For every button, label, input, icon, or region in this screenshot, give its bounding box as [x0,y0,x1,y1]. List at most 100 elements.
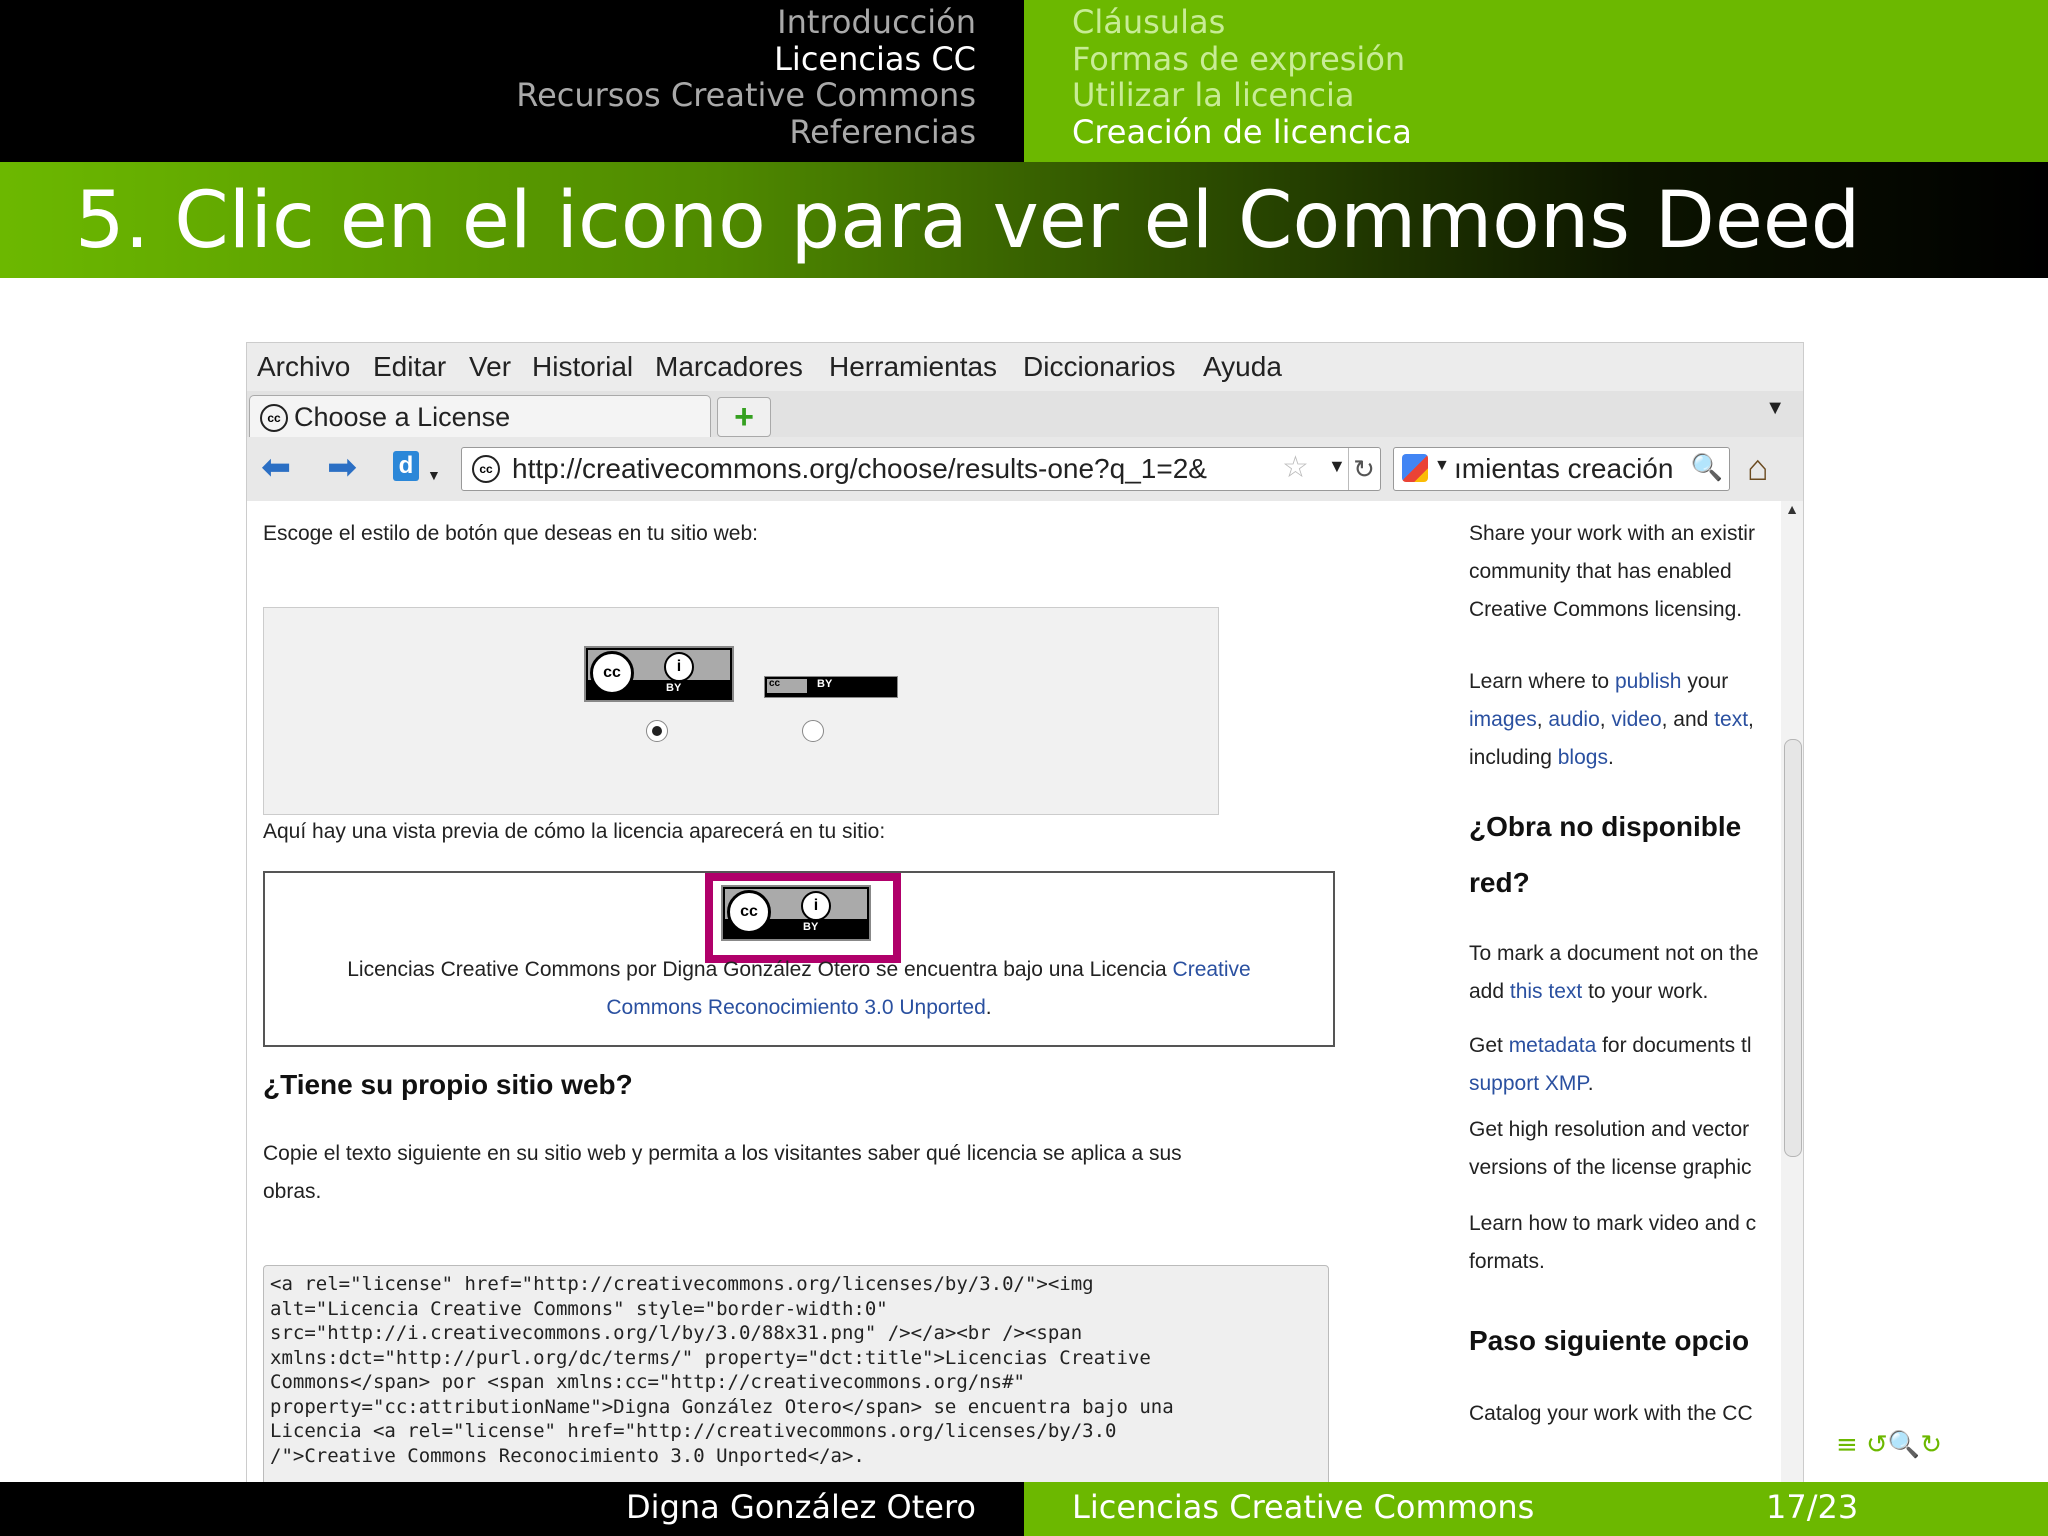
radio-button-small[interactable] [802,720,824,742]
scrollbar-thumb[interactable] [1784,739,1802,1157]
nav-subsection-creacion[interactable]: Creación de licencica [1072,113,2032,151]
home-icon[interactable]: ⌂ [1747,447,1769,489]
audio-link[interactable]: audio [1548,708,1599,731]
subsection-list: Cláusulas Formas de expresión Utilizar l… [1072,4,2032,150]
cc-by-badge-preview[interactable]: cc i BY [721,885,871,941]
cc-logo-icon: cc [769,678,781,689]
metadata-link[interactable]: metadata [1509,1034,1597,1057]
reload-icon[interactable]: ↻ [1348,448,1379,490]
text: . [1587,1072,1594,1095]
text: including [1469,746,1558,769]
chevron-down-icon[interactable]: ▼ [1765,397,1785,420]
sidebar-share-line3: Creative Commons licensing. [1469,598,1743,621]
back-arrow-icon[interactable]: ⬅ [261,447,291,487]
catalog-link[interactable]: Catalog your work with the CC [1469,1395,1753,1433]
text: add [1469,980,1510,1003]
forward-arrow-icon[interactable]: ➡ [327,447,357,487]
nav-subsection-clausulas[interactable]: Cláusulas [1072,4,2032,41]
sidebar-mark-line1: To mark a document not on the [1469,942,1759,965]
menu-editar[interactable]: Editar [373,351,446,383]
menu-archivo[interactable]: Archivo [257,351,350,383]
video-link-line1[interactable]: Learn how to mark video and c [1469,1205,1756,1243]
hires-link-line1[interactable]: Get high resolution and vector [1469,1111,1749,1149]
attribution-icon: i [801,891,831,921]
badge-by-label: BY [666,682,682,694]
footer-author: Digna González Otero [626,1488,976,1526]
code-line: Commons</span> por <span xmlns:cc="http:… [270,1371,1025,1393]
sidebar-learn-line1: Learn where to publish your [1469,663,1728,701]
nav-section-recursos[interactable]: Recursos Creative Commons [0,77,976,114]
video-link-line2[interactable]: formats. [1469,1243,1545,1281]
highlight-frame: cc i BY [705,873,901,963]
text: to your work. [1582,980,1709,1003]
text: . [1607,746,1614,769]
sidebar-heading-obra-2: red? [1469,867,1530,898]
sidebar-meta-line1: Get metadata for documents tl [1469,1027,1751,1065]
cc-by-badge-80x15[interactable]: cc BY [764,676,898,698]
license-preview-box: cc i BY Licencias Creative Commons por D… [263,871,1335,1047]
text: your [1681,670,1729,693]
xmp-link[interactable]: support XMP [1469,1072,1588,1095]
chevron-down-icon[interactable]: ▼ [427,455,441,495]
menu-ayuda[interactable]: Ayuda [1203,351,1282,383]
blogs-link[interactable]: blogs [1558,746,1608,769]
html-code[interactable]: <a rel="license" href="http://creativeco… [270,1272,1174,1468]
menu-historial[interactable]: Historial [532,351,633,383]
scroll-up-icon[interactable]: ▲ [1781,501,1803,521]
menu-diccionarios[interactable]: Diccionarios [1023,351,1176,383]
nav-section-introduccion[interactable]: Introducción [0,4,976,41]
copy-instructions-line2: obras. [263,1180,322,1203]
text: Learn where to [1469,670,1615,693]
binoculars-icon[interactable]: 🔍 [1691,452,1723,483]
preview-prompt: Aquí hay una vista previa de cómo la lic… [263,820,886,843]
code-line: <a rel="license" href="http://creativeco… [270,1273,1094,1295]
menu-ver[interactable]: Ver [469,351,511,383]
nav-subsection-utilizar[interactable]: Utilizar la licencia [1072,77,2032,114]
preview-text-period: . [985,996,992,1019]
nav-section-referencias[interactable]: Referencias [0,113,976,151]
text: , [1599,708,1612,731]
video-link[interactable]: video [1611,708,1661,731]
html-code-textarea[interactable]: <a rel="license" href="http://creativeco… [263,1265,1329,1483]
license-link[interactable]: Commons Reconocimiento 3.0 Unported [606,996,985,1019]
cc-by-badge-88x31[interactable]: cc i BY [584,646,734,702]
new-tab-button[interactable]: + [717,397,771,437]
chevron-down-icon[interactable]: ▼ [1434,457,1450,475]
tab-strip: cc Choose a License + ▼ [247,391,1803,438]
sidebar-learn-line2: images, audio, video, and text, [1469,701,1754,739]
frame-title-bar: 5. Clic en el icono para ver el Commons … [0,162,2048,278]
frame-title: 5. Clic en el icono para ver el Commons … [75,176,1861,266]
search-input[interactable]: ımientas creación [1454,453,1673,485]
vertical-scrollbar[interactable]: ▲ [1781,501,1803,1483]
hires-link-line2[interactable]: versions of the license graphic [1469,1149,1752,1187]
nav-section-licencias-cc[interactable]: Licencias CC [0,40,976,78]
search-bar[interactable]: ▼ ımientas creación 🔍 [1393,447,1730,491]
nav-subsection-formas[interactable]: Formas de expresión [1072,40,2032,78]
menu-herramientas[interactable]: Herramientas [829,351,997,383]
delicious-icon[interactable]: d [393,451,419,481]
images-link[interactable]: images [1469,708,1537,731]
menu-marcadores[interactable]: Marcadores [655,351,803,383]
license-link[interactable]: Creative [1173,958,1251,981]
publish-link[interactable]: publish [1615,670,1682,693]
text-link[interactable]: text [1714,708,1748,731]
radio-button-large[interactable] [646,720,668,742]
cc-logo-icon: cc [590,651,634,695]
sidebar: Share your work with an existir communit… [1469,501,1781,1483]
cc-site-icon[interactable]: cc [472,455,500,483]
page-content: Escoge el estilo de botón que deseas en … [247,501,1803,1483]
this-text-link[interactable]: this text [1510,980,1582,1003]
bookmark-star-icon[interactable]: ☆ [1282,450,1309,485]
url-bar[interactable]: cc http://creativecommons.org/choose/res… [461,447,1381,491]
chevron-down-icon[interactable]: ▼ [1328,456,1346,477]
url-text[interactable]: http://creativecommons.org/choose/result… [512,453,1282,485]
code-line: Licencia <a rel="license" href="http://c… [270,1420,1117,1442]
text: , [1536,708,1549,731]
beamer-navigation-icons[interactable]: ≡ ↺🔍↻ [1836,1430,1942,1460]
preview-text-part: Licencias Creative Commons por Digna Gon… [347,958,1173,981]
text: , [1748,708,1754,731]
google-search-engine-icon[interactable] [1402,454,1428,482]
tab-choose-license[interactable]: cc Choose a License [249,395,711,438]
text: Get [1469,1034,1509,1057]
cc-favicon-icon: cc [260,404,288,432]
